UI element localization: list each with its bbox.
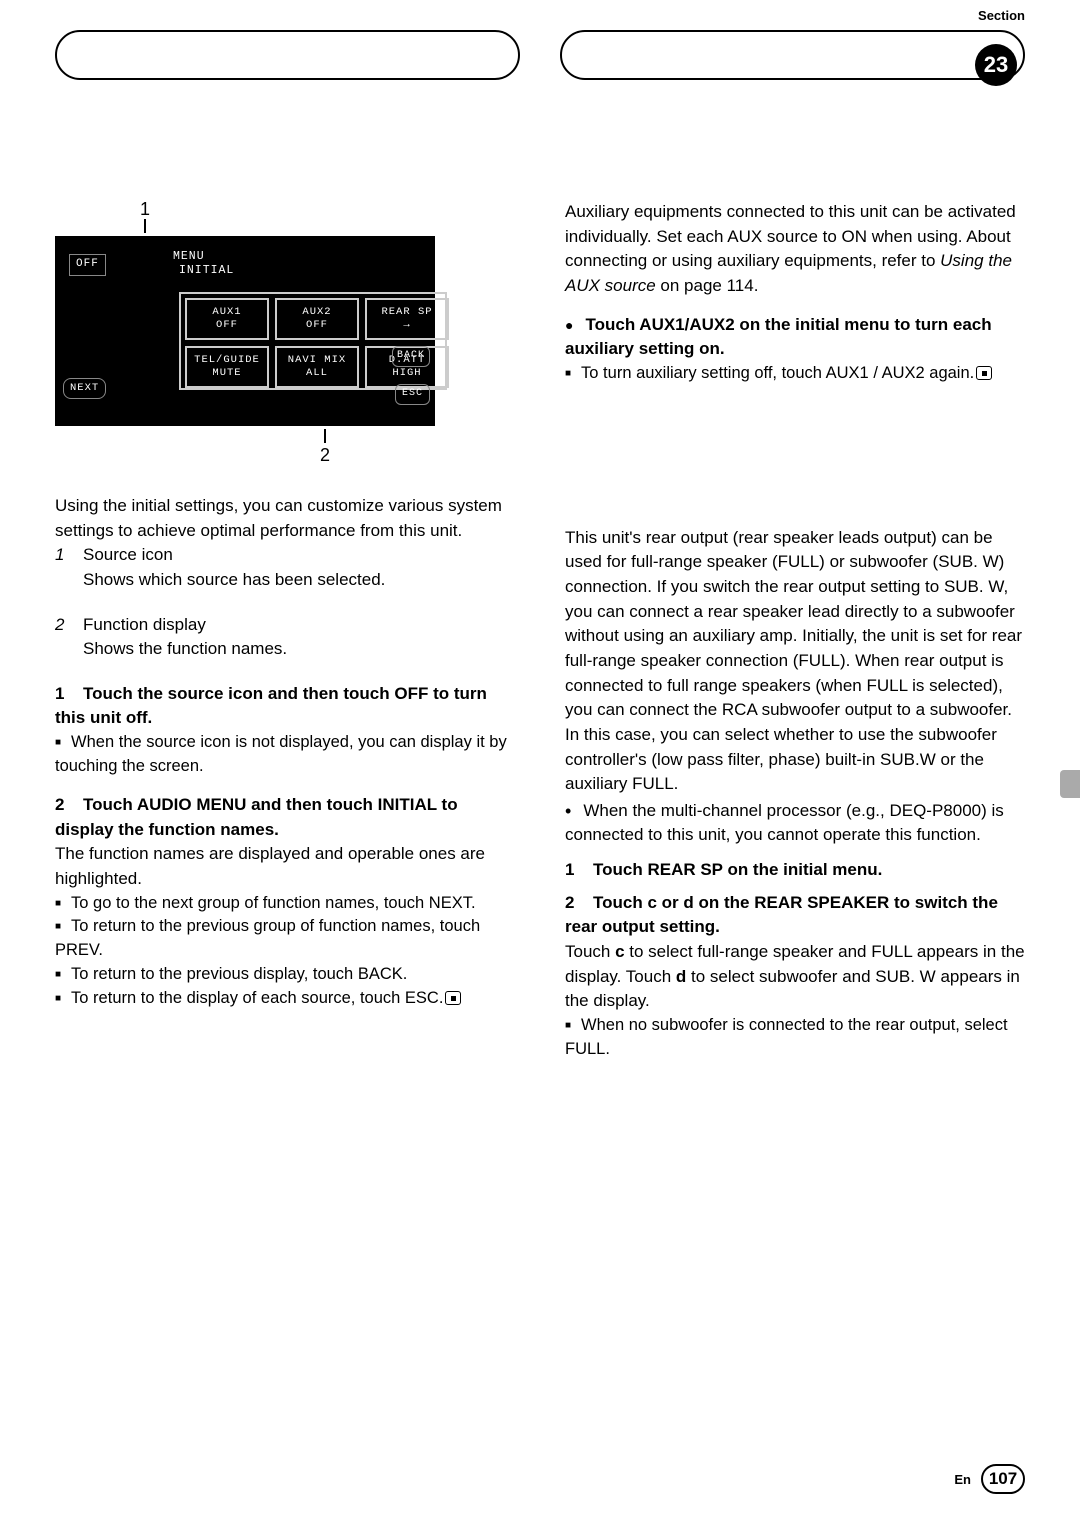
aux-intro: Auxiliary equipments connected to this u… — [565, 200, 1025, 299]
ss-cell-navi: NAVI MIXALL — [275, 346, 359, 388]
step-2: 2Touch AUDIO MENU and then touch INITIAL… — [55, 793, 515, 842]
rear-step-2-note: When no subwoofer is connected to the re… — [565, 1014, 1025, 1062]
ss-grid: AUX1OFF AUX2OFF REAR SP→ TEL/GUIDEMUTE N… — [185, 298, 449, 388]
legend-1-title: Source icon — [83, 545, 173, 564]
rear-step-2: 2Touch c or d on the REAR SPEAKER to swi… — [565, 891, 1025, 940]
ss-next-button: NEXT — [63, 378, 106, 399]
side-tab — [1060, 770, 1080, 798]
stop-icon — [445, 991, 461, 1005]
step-2-note-3: To return to the previous display, touch… — [55, 963, 515, 987]
ss-esc-button: ESC — [395, 384, 430, 405]
legend-2-desc: Shows the function names. — [83, 637, 515, 662]
ss-cell-aux1: AUX1OFF — [185, 298, 269, 340]
callout-2: 2 — [135, 428, 515, 464]
step-1: 1Touch the source icon and then touch OF… — [55, 682, 515, 731]
ss-back-button: BACK — [392, 346, 430, 367]
step-2-note-2: To return to the previous group of funct… — [55, 915, 515, 963]
aux-step: Touch AUX1/AUX2 on the initial menu to t… — [565, 313, 1025, 362]
device-screenshot-block: 1 OFF MENU INITIAL AUX1OFF AUX2OFF REAR … — [55, 200, 515, 464]
step-2-note-1: To go to the next group of function name… — [55, 892, 515, 916]
section-label: Section — [978, 8, 1025, 23]
header-pill-left — [55, 30, 520, 80]
header-pill-right — [560, 30, 1025, 80]
legend-item-2: 2Function display Shows the function nam… — [55, 613, 515, 662]
aux-note: To turn auxiliary setting off, touch AUX… — [565, 362, 1025, 386]
ss-cell-rear: REAR SP→ — [365, 298, 449, 340]
right-column: Auxiliary equipments connected to this u… — [565, 200, 1025, 1062]
rear-step-1: 1Touch REAR SP on the initial menu. — [565, 858, 1025, 883]
intro-text: Using the initial settings, you can cust… — [55, 494, 515, 543]
ss-cell-tel: TEL/GUIDEMUTE — [185, 346, 269, 388]
section-badge: 23 — [975, 44, 1017, 86]
step-2-body: The function names are displayed and ope… — [55, 842, 515, 891]
rear-body: This unit's rear output (rear speaker le… — [565, 526, 1025, 797]
stop-icon — [976, 366, 992, 380]
callout-1: 1 — [0, 200, 515, 236]
page-header: Section 23 — [55, 30, 1025, 90]
legend-2-title: Function display — [83, 615, 206, 634]
footer-lang: En — [954, 1472, 971, 1487]
device-screenshot: OFF MENU INITIAL AUX1OFF AUX2OFF REAR SP… — [55, 236, 435, 426]
page-footer: En 107 — [954, 1464, 1025, 1494]
ss-menu-label: MENU INITIAL — [173, 250, 234, 278]
footer-page-number: 107 — [981, 1464, 1025, 1494]
legend-item-1: 1Source icon Shows which source has been… — [55, 543, 515, 592]
rear-step-2-body: Touch c to select full-range speaker and… — [565, 940, 1025, 1014]
left-column: 1 OFF MENU INITIAL AUX1OFF AUX2OFF REAR … — [55, 200, 515, 1062]
rear-bullet: When the multi-channel processor (e.g., … — [565, 797, 1025, 848]
legend-1-desc: Shows which source has been selected. — [83, 568, 515, 593]
step-1-note: When the source icon is not displayed, y… — [55, 731, 515, 779]
step-2-note-4: To return to the display of each source,… — [55, 987, 515, 1011]
ss-off-label: OFF — [69, 254, 106, 276]
ss-cell-aux2: AUX2OFF — [275, 298, 359, 340]
